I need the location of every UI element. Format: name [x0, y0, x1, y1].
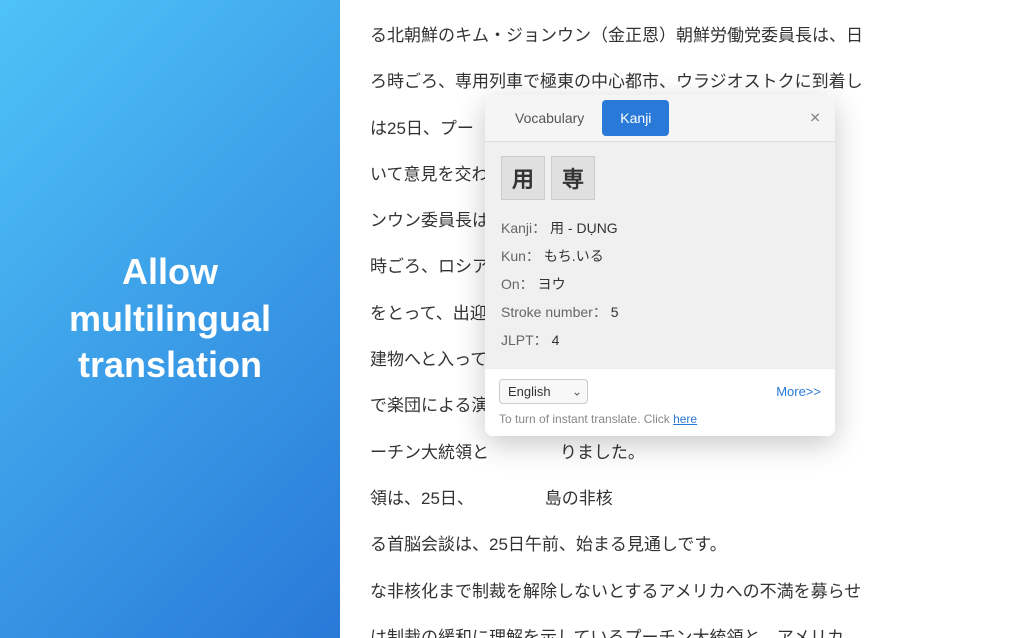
popup-footer: English Japanese Chinese More>> To turn …: [485, 368, 835, 436]
popup-footer-top: English Japanese Chinese More>>: [499, 379, 821, 404]
on-label: On：: [501, 276, 534, 292]
stroke-row: Stroke number： 5: [501, 298, 819, 326]
popup-footer-bottom: To turn of instant translate. Click here: [499, 412, 821, 426]
hint-text: To turn of instant translate. Click: [499, 412, 673, 426]
popup-header: Vocabulary Kanji ✕: [485, 95, 835, 142]
language-select-wrap[interactable]: English Japanese Chinese: [499, 379, 588, 404]
popup-card: Vocabulary Kanji ✕ 用 専 Kanji： 用 - DỤNG K…: [485, 95, 835, 436]
jlpt-row: JLPT： 4: [501, 326, 819, 354]
kanji-row: Kanji： 用 - DỤNG: [501, 214, 819, 242]
language-select[interactable]: English Japanese Chinese: [499, 379, 588, 404]
kanji-label: Kanji：: [501, 220, 546, 236]
popup-body: 用 専 Kanji： 用 - DỤNG Kun： もち.いる On： ヨウ St…: [485, 142, 835, 368]
stroke-label: Stroke number：: [501, 304, 607, 320]
kanji-value: 用 - DỤNG: [550, 220, 618, 236]
kanji-char-2: 専: [551, 156, 595, 200]
hint-link[interactable]: here: [673, 412, 697, 426]
kanji-char-1: 用: [501, 156, 545, 200]
hero-text: Allow multilingual translation: [0, 229, 340, 409]
right-panel: る北朝鮮のキム・ジョンウン（金正恩）朝鮮労働党委員長は、日 ろ時ごろ、専用列車で…: [340, 0, 1020, 638]
tab-kanji[interactable]: Kanji: [602, 100, 669, 136]
close-button[interactable]: ✕: [805, 108, 825, 129]
jlpt-label: JLPT：: [501, 332, 548, 348]
left-panel: Allow multilingual translation: [0, 0, 340, 638]
kun-value: もち.いる: [544, 248, 604, 264]
kun-label: Kun：: [501, 248, 540, 264]
kanji-chars-row: 用 専: [501, 156, 819, 200]
tab-vocabulary[interactable]: Vocabulary: [497, 100, 602, 136]
jlpt-value: 4: [552, 332, 560, 348]
on-row: On： ヨウ: [501, 270, 819, 298]
stroke-value: 5: [611, 304, 619, 320]
kun-row: Kun： もち.いる: [501, 242, 819, 270]
more-link[interactable]: More>>: [776, 384, 821, 399]
kanji-info: Kanji： 用 - DỤNG Kun： もち.いる On： ヨウ Stroke…: [501, 214, 819, 354]
on-value: ヨウ: [538, 276, 566, 292]
